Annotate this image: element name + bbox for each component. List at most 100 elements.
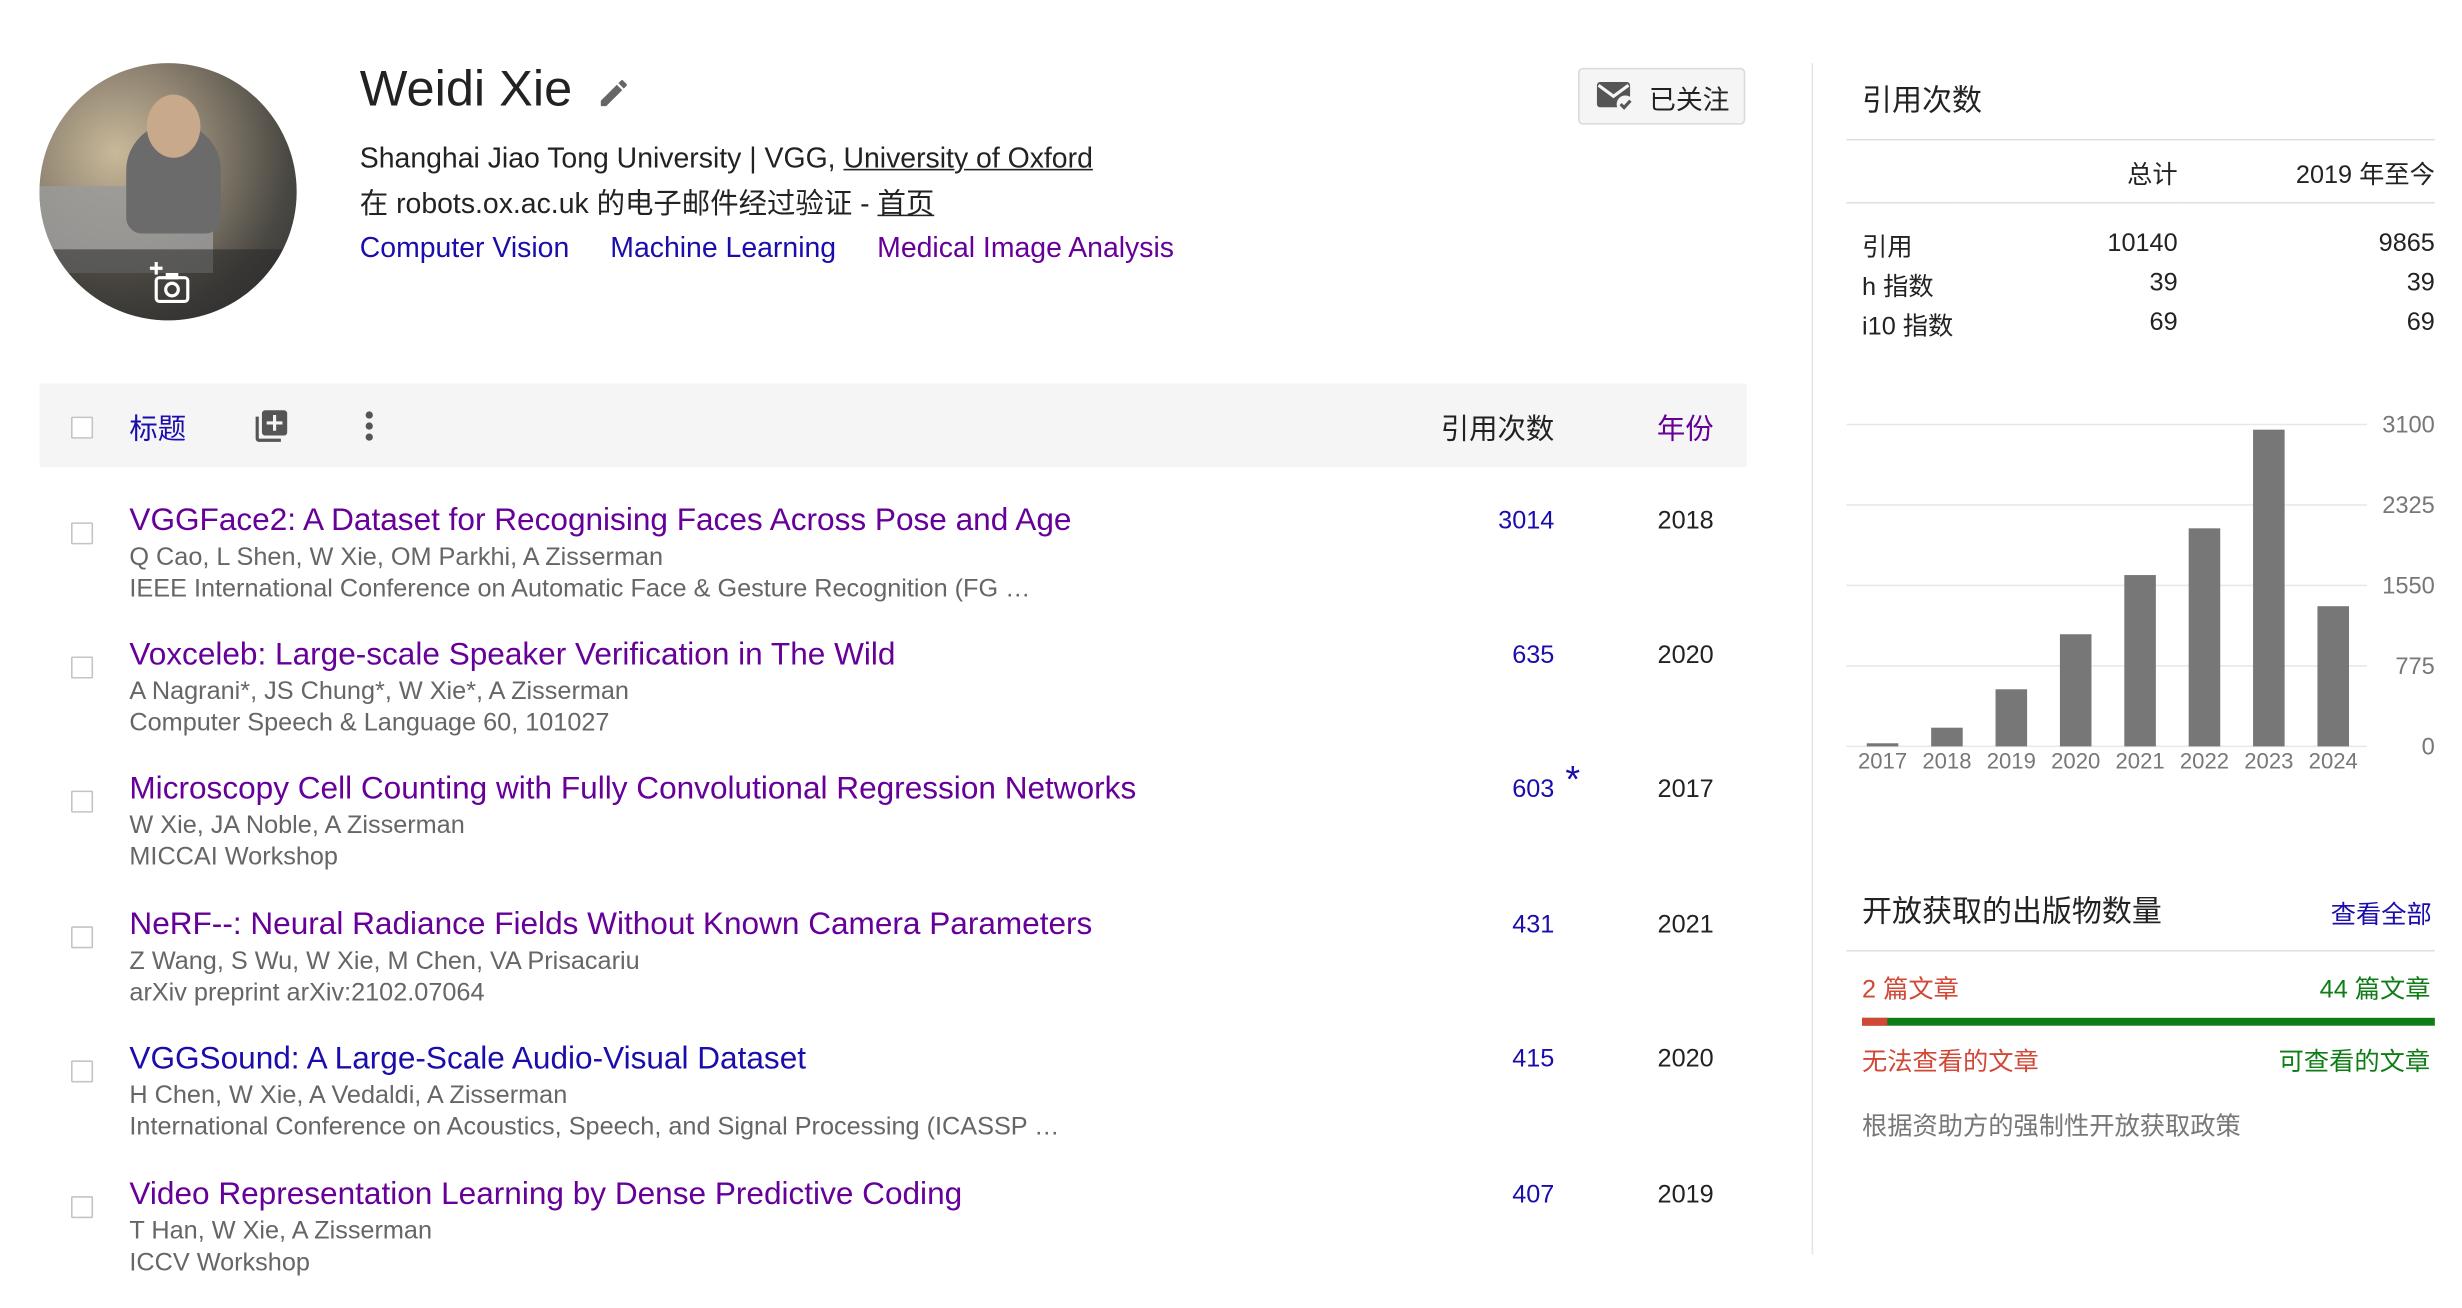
affiliation: Shanghai Jiao Tong University | VGG, Uni… bbox=[360, 142, 1093, 175]
chart-y-tick-label: 0 bbox=[2422, 734, 2435, 760]
article-cited-count[interactable]: 415 bbox=[1512, 1046, 1554, 1074]
citation-stats-header-row: 总计 2019 年至今 bbox=[1846, 142, 2435, 203]
chart-x-tick-label: 2019 bbox=[1987, 748, 2036, 773]
stat-since: 69 bbox=[2406, 308, 2435, 336]
article-title-link[interactable]: Voxceleb: Large-scale Speaker Verificati… bbox=[129, 638, 895, 674]
sort-by-year[interactable]: 年份 bbox=[1657, 407, 1714, 448]
article-checkbox[interactable] bbox=[71, 522, 94, 545]
article-checkbox[interactable] bbox=[71, 1196, 94, 1219]
divider bbox=[1846, 202, 2435, 225]
interest-link-computer-vision[interactable]: Computer Vision bbox=[360, 232, 569, 264]
citation-stat-row: 引用 10140 9865 bbox=[1846, 224, 2435, 263]
article-title-link[interactable]: Video Representation Learning by Dense P… bbox=[129, 1177, 962, 1213]
article-checkbox[interactable] bbox=[71, 656, 94, 679]
articles-table-header: 标题 引用次数 年份 bbox=[39, 383, 1747, 468]
chart-x-tick-label: 2024 bbox=[2309, 748, 2358, 773]
edit-pencil-icon[interactable] bbox=[596, 76, 631, 111]
chart-x-tick-label: 2017 bbox=[1858, 748, 1907, 773]
unavailable-articles-count[interactable]: 2 篇文章 bbox=[1862, 967, 1959, 1005]
unavailable-articles-label: 无法查看的文章 bbox=[1862, 1049, 2039, 1077]
affiliation-link[interactable]: University of Oxford bbox=[843, 142, 1092, 174]
profile-photo[interactable] bbox=[39, 63, 297, 321]
col-total[interactable]: 总计 bbox=[1957, 142, 2178, 203]
add-article-icon[interactable] bbox=[252, 407, 290, 445]
open-access-progress-bar bbox=[1862, 1017, 2435, 1026]
citations-panel-title: 引用次数 bbox=[1862, 85, 1982, 119]
stat-label[interactable]: 引用 bbox=[1846, 224, 1956, 263]
article-year: 2020 bbox=[1657, 1046, 1714, 1074]
article-year: 2021 bbox=[1657, 912, 1714, 939]
article-title-link[interactable]: VGGSound: A Large-Scale Audio-Visual Dat… bbox=[129, 1041, 806, 1077]
view-all-link[interactable]: 查看全部 bbox=[2331, 893, 2432, 931]
stat-total: 39 bbox=[2149, 269, 2178, 296]
article-authors: T Han, W Xie, A Zisserman bbox=[129, 1218, 433, 1246]
chart-bar-2022[interactable] bbox=[2188, 528, 2221, 747]
article-title-link[interactable]: Microscopy Cell Counting with Fully Conv… bbox=[129, 772, 1136, 808]
select-all-checkbox[interactable] bbox=[71, 416, 94, 439]
profile-name: Weidi Xie bbox=[359, 59, 573, 117]
chart-x-tick-label: 2018 bbox=[1922, 748, 1971, 773]
chart-y-tick-label: 3100 bbox=[2382, 412, 2435, 438]
merged-citations-star[interactable]: * bbox=[1565, 759, 1580, 803]
article-cited-count[interactable]: 603 bbox=[1512, 776, 1554, 804]
chart-y-tick-label: 1550 bbox=[2382, 573, 2435, 599]
article-authors: W Xie, JA Noble, A Zisserman bbox=[129, 812, 465, 840]
article-cited-count[interactable]: 407 bbox=[1512, 1182, 1554, 1210]
article-checkbox[interactable] bbox=[71, 1060, 94, 1083]
article-row: VGGSound: A Large-Scale Audio-Visual Dat… bbox=[39, 1038, 1746, 1172]
citations-per-year-chart: 3100 2325 1550 775 0 2017 2018 2019 2020 2021 2022… bbox=[1846, 412, 2435, 773]
article-row: Microscopy Cell Counting with Fully Conv… bbox=[39, 759, 1746, 902]
mail-check-icon bbox=[1596, 82, 1635, 113]
homepage-link[interactable]: 首页 bbox=[877, 188, 934, 220]
article-title-link[interactable]: NeRF--: Neural Radiance Fields Without K… bbox=[129, 907, 1092, 943]
article-authors: Q Cao, L Shen, W Xie, OM Parkhi, A Zisse… bbox=[129, 544, 664, 572]
open-access-title: 开放获取的出版物数量 bbox=[1862, 896, 2162, 930]
more-options-icon[interactable] bbox=[353, 407, 385, 445]
article-title-link[interactable]: VGGFace2: A Dataset for Recognising Face… bbox=[129, 503, 1071, 539]
unavailable-portion-bar bbox=[1862, 1017, 1887, 1026]
verified-email-text: 在 robots.ox.ac.uk 的电子邮件经过验证 - bbox=[359, 187, 878, 220]
stat-label[interactable]: i10 指数 bbox=[1846, 303, 1956, 342]
article-year: 2018 bbox=[1657, 508, 1714, 535]
stat-label[interactable]: h 指数 bbox=[1846, 264, 1956, 303]
citation-stats-table: 总计 2019 年至今 引用 10140 9865 h 指数 39 39 i10… bbox=[1846, 142, 2435, 342]
chart-y-tick-label: 775 bbox=[2395, 654, 2434, 680]
chart-bar-2021[interactable] bbox=[2124, 575, 2156, 747]
article-cited-count[interactable]: 3014 bbox=[1498, 508, 1554, 536]
chart-bar-2023[interactable] bbox=[2253, 429, 2285, 747]
stat-total: 10140 bbox=[2107, 229, 2178, 257]
research-interests: Computer Vision Machine Learning Medical… bbox=[360, 232, 1207, 265]
chart-bar-2019[interactable] bbox=[1995, 689, 2028, 747]
article-venue: International Conference on Acoustics, S… bbox=[129, 1114, 1060, 1141]
article-year: 2017 bbox=[1657, 776, 1714, 804]
article-row: NeRF--: Neural Radiance Fields Without K… bbox=[39, 904, 1746, 1038]
available-articles-count[interactable]: 44 篇文章 bbox=[2320, 967, 2431, 1005]
chart-x-tick-label: 2023 bbox=[2244, 748, 2293, 773]
follow-button[interactable]: 已关注 bbox=[1578, 67, 1746, 125]
article-checkbox[interactable] bbox=[71, 790, 94, 813]
add-photo-camera-icon[interactable] bbox=[144, 259, 194, 309]
chart-y-tick-label: 2325 bbox=[2382, 493, 2435, 519]
chart-bar-2024[interactable] bbox=[2317, 606, 2350, 747]
funder-mandate-text: 根据资助方的强制性开放获取政策 bbox=[1862, 1114, 2241, 1141]
column-divider bbox=[1811, 63, 1814, 1255]
col-since-2019[interactable]: 2019 年至今 bbox=[2178, 142, 2435, 203]
interest-link-medical-image-analysis[interactable]: Medical Image Analysis bbox=[877, 232, 1174, 264]
sort-by-citations[interactable]: 引用次数 bbox=[1441, 407, 1555, 448]
follow-button-label: 已关注 bbox=[1649, 84, 1730, 115]
interest-link-machine-learning[interactable]: Machine Learning bbox=[610, 232, 836, 264]
article-venue: ICCV Workshop bbox=[129, 1249, 310, 1277]
available-articles-label: 可查看的文章 bbox=[2278, 1049, 2431, 1077]
chart-bar-2020[interactable] bbox=[2059, 634, 2092, 747]
article-year: 2020 bbox=[1657, 642, 1714, 670]
divider bbox=[1846, 138, 2435, 141]
article-checkbox[interactable] bbox=[71, 926, 94, 949]
article-cited-count[interactable]: 635 bbox=[1512, 642, 1554, 670]
chart-bar-2018[interactable] bbox=[1931, 727, 1963, 747]
stat-since: 9865 bbox=[2378, 229, 2435, 257]
affiliation-text: Shanghai Jiao Tong University | VGG, bbox=[359, 142, 844, 174]
stat-since: 39 bbox=[2406, 269, 2435, 296]
chart-bar-2017[interactable] bbox=[1866, 743, 1899, 747]
sort-by-title[interactable]: 标题 bbox=[129, 407, 186, 448]
article-cited-count[interactable]: 431 bbox=[1512, 912, 1554, 940]
